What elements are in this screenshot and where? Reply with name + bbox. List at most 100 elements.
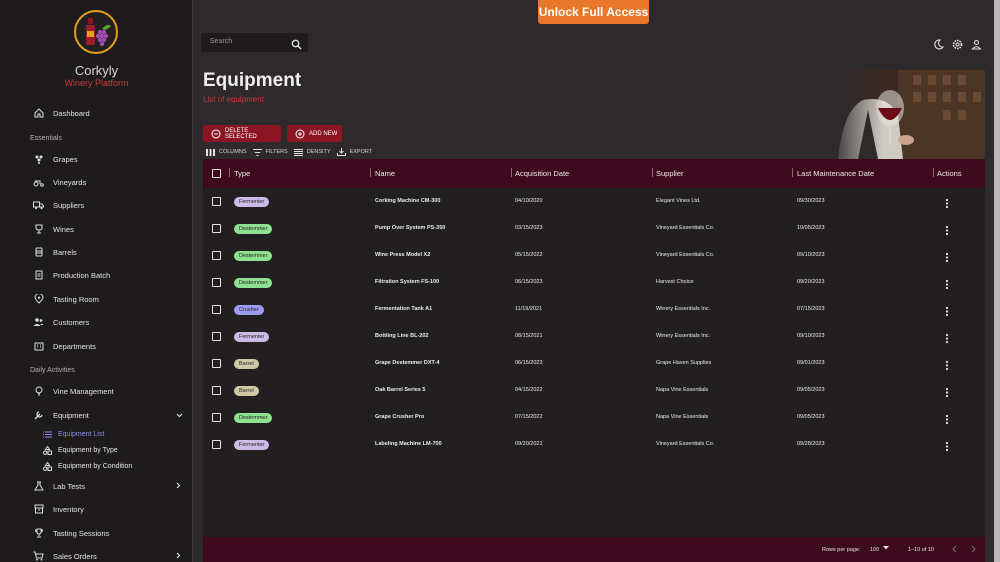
category-icon bbox=[43, 461, 52, 471]
table-row[interactable]: Barrel Oak Barrel Series 5 04/15/2022 Napa … bbox=[203, 377, 985, 404]
column-header-acquisition-date[interactable]: Acquisition Date bbox=[515, 169, 569, 178]
sidebar-item-sales-orders[interactable]: Sales Orders bbox=[0, 546, 192, 562]
row-checkbox[interactable] bbox=[212, 413, 221, 422]
sidebar-item-inventory[interactable]: Inventory bbox=[0, 499, 192, 519]
column-header-last-maintenance-date[interactable]: Last Maintenance Date bbox=[797, 169, 874, 178]
last-maintenance-date: 09/05/2023 bbox=[797, 414, 825, 420]
more-actions-icon[interactable] bbox=[945, 412, 949, 425]
sidebar-item-departments[interactable]: Departments bbox=[0, 336, 192, 356]
row-checkbox[interactable] bbox=[212, 332, 221, 341]
row-checkbox[interactable] bbox=[212, 305, 221, 314]
row-checkbox[interactable] bbox=[212, 386, 221, 395]
sidebar-item-equipment[interactable]: Equipment bbox=[0, 405, 192, 425]
sidebar-subitem-equipment-by-type[interactable]: Equipment by Type bbox=[0, 443, 192, 457]
sidebar-item-barrels[interactable]: Barrels bbox=[0, 242, 192, 262]
sidebar-item-label: Tasting Room bbox=[53, 294, 99, 304]
more-actions-icon[interactable] bbox=[945, 358, 949, 371]
search-placeholder: Search bbox=[210, 38, 233, 45]
more-actions-icon[interactable] bbox=[945, 304, 949, 317]
column-header-type[interactable]: Type bbox=[234, 169, 250, 178]
sidebar-item-suppliers[interactable]: Suppliers bbox=[0, 195, 192, 215]
table-row[interactable]: Destemmer Wine Press Model X2 05/15/2022 Vi… bbox=[203, 242, 985, 269]
next-page-icon[interactable] bbox=[971, 545, 976, 555]
delete-selected-button[interactable]: DELETE SELECTED bbox=[203, 125, 281, 142]
more-actions-icon[interactable] bbox=[945, 250, 949, 263]
sidebar-item-production-batch[interactable]: Production Batch bbox=[0, 265, 192, 285]
search-input[interactable]: Search bbox=[201, 33, 308, 52]
more-actions-icon[interactable] bbox=[945, 331, 949, 344]
more-actions-icon[interactable] bbox=[945, 385, 949, 398]
sidebar-item-tasting-sessions[interactable]: Tasting Sessions bbox=[0, 523, 192, 543]
type-chip: Destemmer bbox=[234, 413, 273, 423]
settings-icon[interactable] bbox=[952, 37, 963, 50]
supplier: Vineyard Essentials Co. bbox=[656, 225, 715, 231]
sidebar-item-dashboard[interactable]: Dashboard bbox=[0, 103, 192, 123]
user-icon[interactable] bbox=[971, 37, 982, 50]
home-icon bbox=[33, 108, 44, 119]
table-row[interactable]: Destemmer Pump Over System PS-350 03/15/20… bbox=[203, 215, 985, 242]
select-all-checkbox[interactable] bbox=[212, 169, 221, 178]
acquisition-date: 05/15/2022 bbox=[515, 252, 543, 258]
table-row[interactable]: Fermenter Labeling Machine LM-700 09/20/20… bbox=[203, 431, 985, 458]
sidebar-item-vine-management[interactable]: Vine Management bbox=[0, 381, 192, 401]
row-checkbox[interactable] bbox=[212, 359, 221, 368]
table-row[interactable]: Fermenter Bottling Line BL-202 08/15/2021 W… bbox=[203, 323, 985, 350]
type-chip: Fermenter bbox=[234, 197, 270, 207]
sidebar-subitem-equipment-list[interactable]: Equipment List bbox=[0, 427, 192, 441]
row-checkbox[interactable] bbox=[212, 278, 221, 287]
sidebar-item-tasting-room[interactable]: Tasting Room bbox=[0, 289, 192, 309]
dark-mode-icon[interactable] bbox=[933, 37, 945, 50]
more-actions-icon[interactable] bbox=[945, 277, 949, 290]
sidebar-item-label: Equipment by Type bbox=[58, 446, 118, 454]
filters-button[interactable]: FILTERS bbox=[252, 148, 288, 156]
sidebar-item-lab-tests[interactable]: Lab Tests bbox=[0, 476, 192, 496]
acquisition-date: 04/15/2022 bbox=[515, 387, 543, 393]
column-header-supplier[interactable]: Supplier bbox=[656, 169, 684, 178]
column-header-name[interactable]: Name bbox=[375, 169, 395, 178]
trophy-icon bbox=[33, 528, 44, 539]
rows-per-page-label: Rows per page: bbox=[822, 547, 861, 553]
table-row[interactable]: Crusher Fermentation Tank A1 11/19/2021 Win… bbox=[203, 296, 985, 323]
barrel-icon bbox=[33, 247, 44, 258]
list-icon bbox=[43, 430, 52, 439]
table-row[interactable]: Destemmer Grape Crusher Pro 07/15/2022 Napa… bbox=[203, 404, 985, 431]
supplier: Winery Essentials Inc. bbox=[656, 306, 711, 312]
table-row[interactable]: Destemmer Filtration System FS-100 06/15/2… bbox=[203, 269, 985, 296]
equipment-name: Pump Over System PS-350 bbox=[375, 225, 446, 231]
sidebar-item-label: Equipment List bbox=[58, 430, 105, 438]
density-button[interactable]: DENSITY bbox=[293, 148, 331, 156]
flask-icon bbox=[33, 481, 44, 492]
more-actions-icon[interactable] bbox=[945, 223, 949, 236]
unlock-full-access-button[interactable]: Unlock Full Access bbox=[538, 0, 649, 24]
add-circle-icon bbox=[295, 129, 305, 139]
row-checkbox[interactable] bbox=[212, 197, 221, 206]
add-new-button[interactable]: ADD NEW bbox=[287, 125, 342, 142]
previous-page-icon[interactable] bbox=[952, 545, 957, 555]
row-checkbox[interactable] bbox=[212, 440, 221, 449]
equipment-name: Corking Machine CM-300 bbox=[375, 198, 441, 204]
table-row[interactable]: Barrel Grape Destemmer DXT-4 06/15/2023 Gra… bbox=[203, 350, 985, 377]
people-icon bbox=[33, 317, 44, 328]
table-row[interactable]: Fermenter Corking Machine CM-300 04/10/202… bbox=[203, 188, 985, 215]
type-chip: Destemmer bbox=[234, 251, 273, 261]
sidebar-item-label: Customers bbox=[53, 317, 90, 327]
more-actions-icon[interactable] bbox=[945, 439, 949, 452]
more-actions-icon[interactable] bbox=[945, 196, 949, 209]
row-checkbox[interactable] bbox=[212, 251, 221, 260]
sidebar-item-grapes[interactable]: Grapes bbox=[0, 149, 192, 169]
columns-button[interactable]: COLUMNS bbox=[206, 148, 247, 156]
row-checkbox[interactable] bbox=[212, 224, 221, 233]
export-button[interactable]: EXPORT bbox=[336, 148, 372, 156]
sidebar-item-customers[interactable]: Customers bbox=[0, 312, 192, 332]
acquisition-date: 08/15/2021 bbox=[515, 333, 543, 339]
rows-per-page-select[interactable]: 100 bbox=[870, 547, 879, 553]
sidebar-item-label: Lab Tests bbox=[53, 481, 85, 491]
sidebar-subitem-equipment-by-condition[interactable]: Equipment by Condition bbox=[0, 459, 192, 473]
chevron-down-icon[interactable] bbox=[883, 546, 889, 552]
page-scrollbar[interactable] bbox=[994, 0, 1000, 562]
sidebar-item-wines[interactable]: Wines bbox=[0, 219, 192, 239]
sidebar-item-label: Vine Management bbox=[53, 386, 114, 396]
sidebar-item-vineyards[interactable]: Vineyards bbox=[0, 172, 192, 192]
sidebar-item-label: Barrels bbox=[53, 247, 77, 257]
download-icon bbox=[336, 148, 346, 156]
